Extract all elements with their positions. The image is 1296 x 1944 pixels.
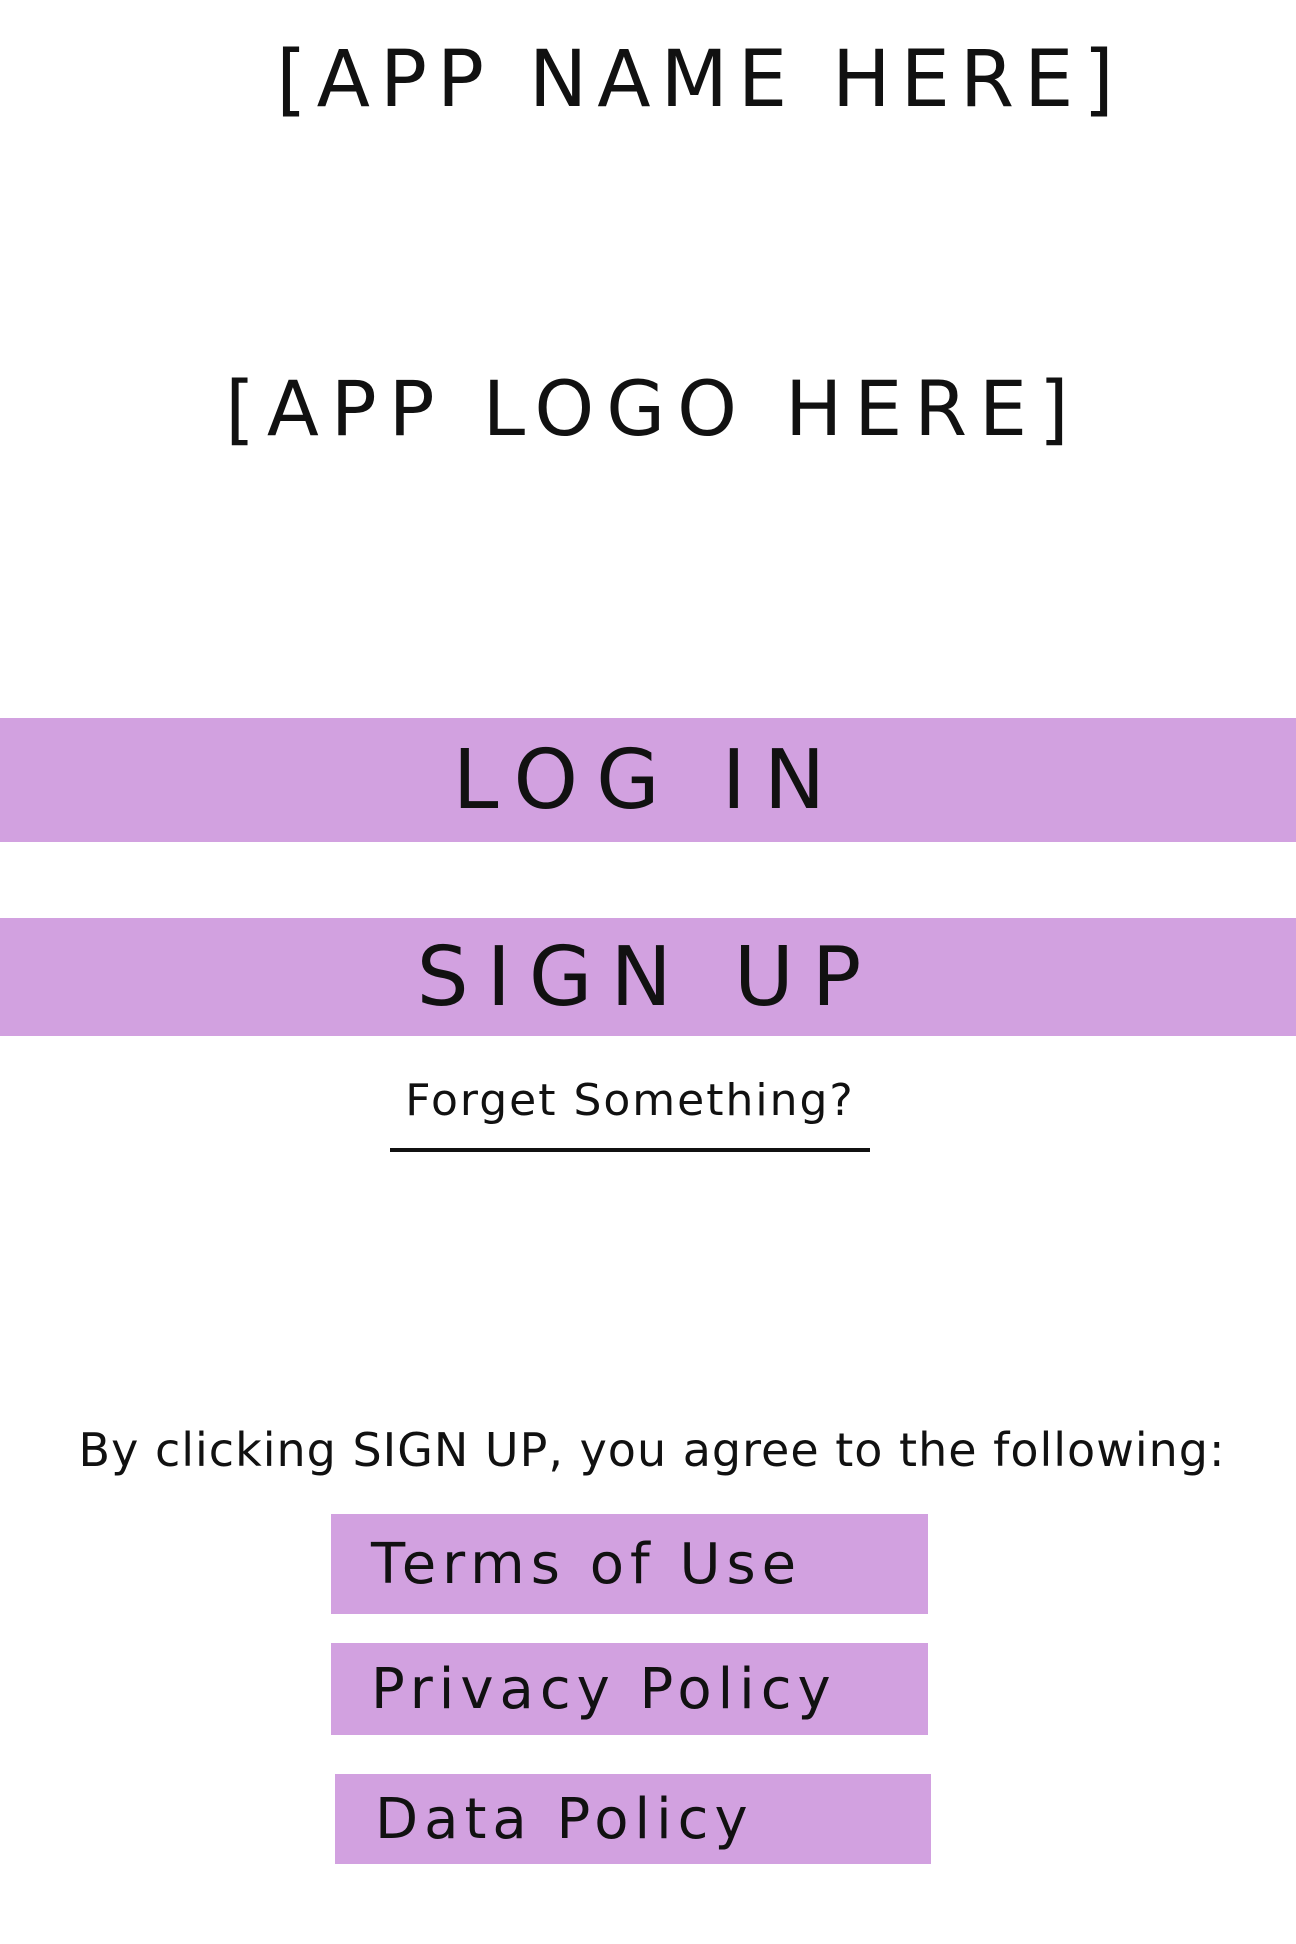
login-button[interactable]: LOG IN bbox=[0, 718, 1296, 842]
data-policy-button[interactable]: Data Policy bbox=[335, 1774, 931, 1864]
forgot-something-link[interactable]: Forget Something? bbox=[390, 1058, 870, 1152]
app-name-placeholder: [APP NAME HERE] bbox=[276, 35, 1124, 125]
signup-agreement-text: By clicking SIGN UP, you agree to the fo… bbox=[78, 1423, 1226, 1477]
privacy-policy-button[interactable]: Privacy Policy bbox=[331, 1643, 928, 1735]
app-logo-placeholder: [APP LOGO HERE] bbox=[225, 363, 1081, 453]
terms-of-use-button[interactable]: Terms of Use bbox=[331, 1514, 928, 1614]
signup-button[interactable]: SIGN UP bbox=[0, 918, 1296, 1036]
